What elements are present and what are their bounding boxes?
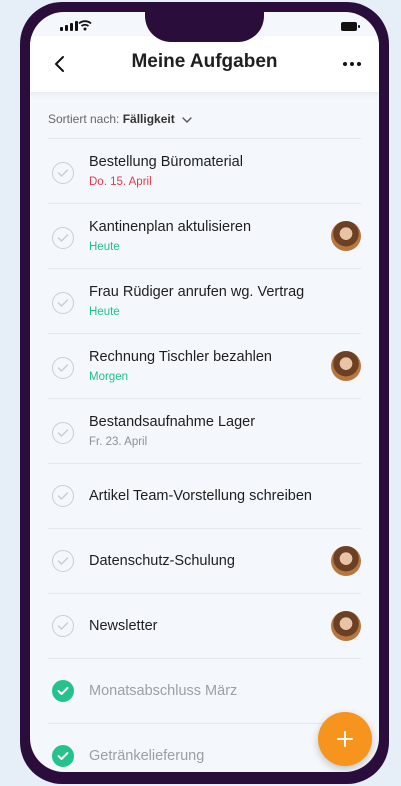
add-task-button[interactable] bbox=[318, 712, 372, 766]
task-row[interactable]: Bestandsaufnahme Lager Fr. 23. April bbox=[48, 398, 361, 463]
check-circle-icon[interactable] bbox=[52, 292, 74, 314]
task-row[interactable]: Getränkelieferung bbox=[48, 723, 361, 772]
check-circle-icon[interactable] bbox=[52, 485, 74, 507]
task-due-date: Heute bbox=[89, 306, 120, 318]
check-circle-icon[interactable] bbox=[52, 162, 74, 184]
task-row[interactable]: Kantinenplan aktulisieren Heute bbox=[48, 203, 361, 268]
sort-prefix: Sortiert nach: bbox=[48, 112, 120, 126]
avatar[interactable] bbox=[331, 221, 361, 251]
sort-value: Fälligkeit bbox=[122, 112, 175, 126]
task-title: Bestellung Büromaterial bbox=[89, 154, 243, 170]
task-row[interactable]: Newsletter bbox=[48, 593, 361, 658]
task-title: Newsletter bbox=[89, 617, 158, 634]
task-title: Rechnung Tischler bezahlen bbox=[89, 349, 272, 365]
task-row[interactable]: Bestellung Büromaterial Do. 15. April bbox=[48, 138, 361, 203]
app-header: Meine Aufgaben bbox=[30, 36, 379, 92]
page-title: Meine Aufgaben bbox=[131, 51, 278, 72]
avatar[interactable] bbox=[331, 351, 361, 381]
signal-icon bbox=[60, 21, 78, 31]
task-title: Getränkelieferung bbox=[89, 747, 205, 764]
phone-frame: Meine Aufgaben Sortiert nach: Fälligkeit… bbox=[20, 2, 389, 784]
battery-icon bbox=[341, 22, 360, 31]
task-row[interactable]: Datenschutz-Schulung bbox=[48, 528, 361, 593]
task-title: Datenschutz-Schulung bbox=[89, 552, 235, 569]
check-circle-icon[interactable] bbox=[52, 227, 74, 249]
check-circle-icon[interactable] bbox=[52, 550, 74, 572]
camera-notch bbox=[145, 12, 264, 42]
check-circle-icon[interactable] bbox=[52, 422, 74, 444]
task-due-date: Fr. 23. April bbox=[89, 436, 148, 448]
task-row[interactable]: Monatsabschluss März bbox=[48, 658, 361, 723]
task-due-date: Morgen bbox=[89, 371, 128, 383]
task-title: Bestandsaufnahme Lager bbox=[89, 414, 256, 430]
wifi-icon bbox=[78, 20, 92, 31]
task-due-date: Do. 15. April bbox=[89, 176, 152, 188]
chevron-down-icon bbox=[182, 117, 192, 123]
task-due-date: Heute bbox=[89, 241, 120, 253]
checked-circle-icon[interactable] bbox=[52, 680, 74, 702]
task-row[interactable]: Frau Rüdiger anrufen wg. Vertrag Heute bbox=[48, 268, 361, 333]
avatar[interactable] bbox=[331, 611, 361, 641]
more-horizontal-icon[interactable] bbox=[341, 54, 363, 74]
task-row[interactable]: Rechnung Tischler bezahlen Morgen bbox=[48, 333, 361, 398]
check-circle-icon[interactable] bbox=[52, 357, 74, 379]
avatar[interactable] bbox=[331, 546, 361, 576]
check-circle-icon[interactable] bbox=[52, 615, 74, 637]
checked-circle-icon[interactable] bbox=[52, 745, 74, 767]
app-screen: Meine Aufgaben Sortiert nach: Fälligkeit… bbox=[30, 12, 379, 772]
task-title: Monatsabschluss März bbox=[89, 682, 238, 699]
task-list: Bestellung Büromaterial Do. 15. April Kant… bbox=[48, 138, 361, 772]
task-title: Artikel Team-Vorstellung schreiben bbox=[89, 487, 312, 504]
task-row[interactable]: Artikel Team-Vorstellung schreiben bbox=[48, 463, 361, 528]
task-title: Frau Rüdiger anrufen wg. Vertrag bbox=[89, 284, 305, 300]
sort-selector[interactable]: Sortiert nach: Fälligkeit bbox=[48, 112, 192, 126]
task-title: Kantinenplan aktulisieren bbox=[89, 219, 252, 235]
